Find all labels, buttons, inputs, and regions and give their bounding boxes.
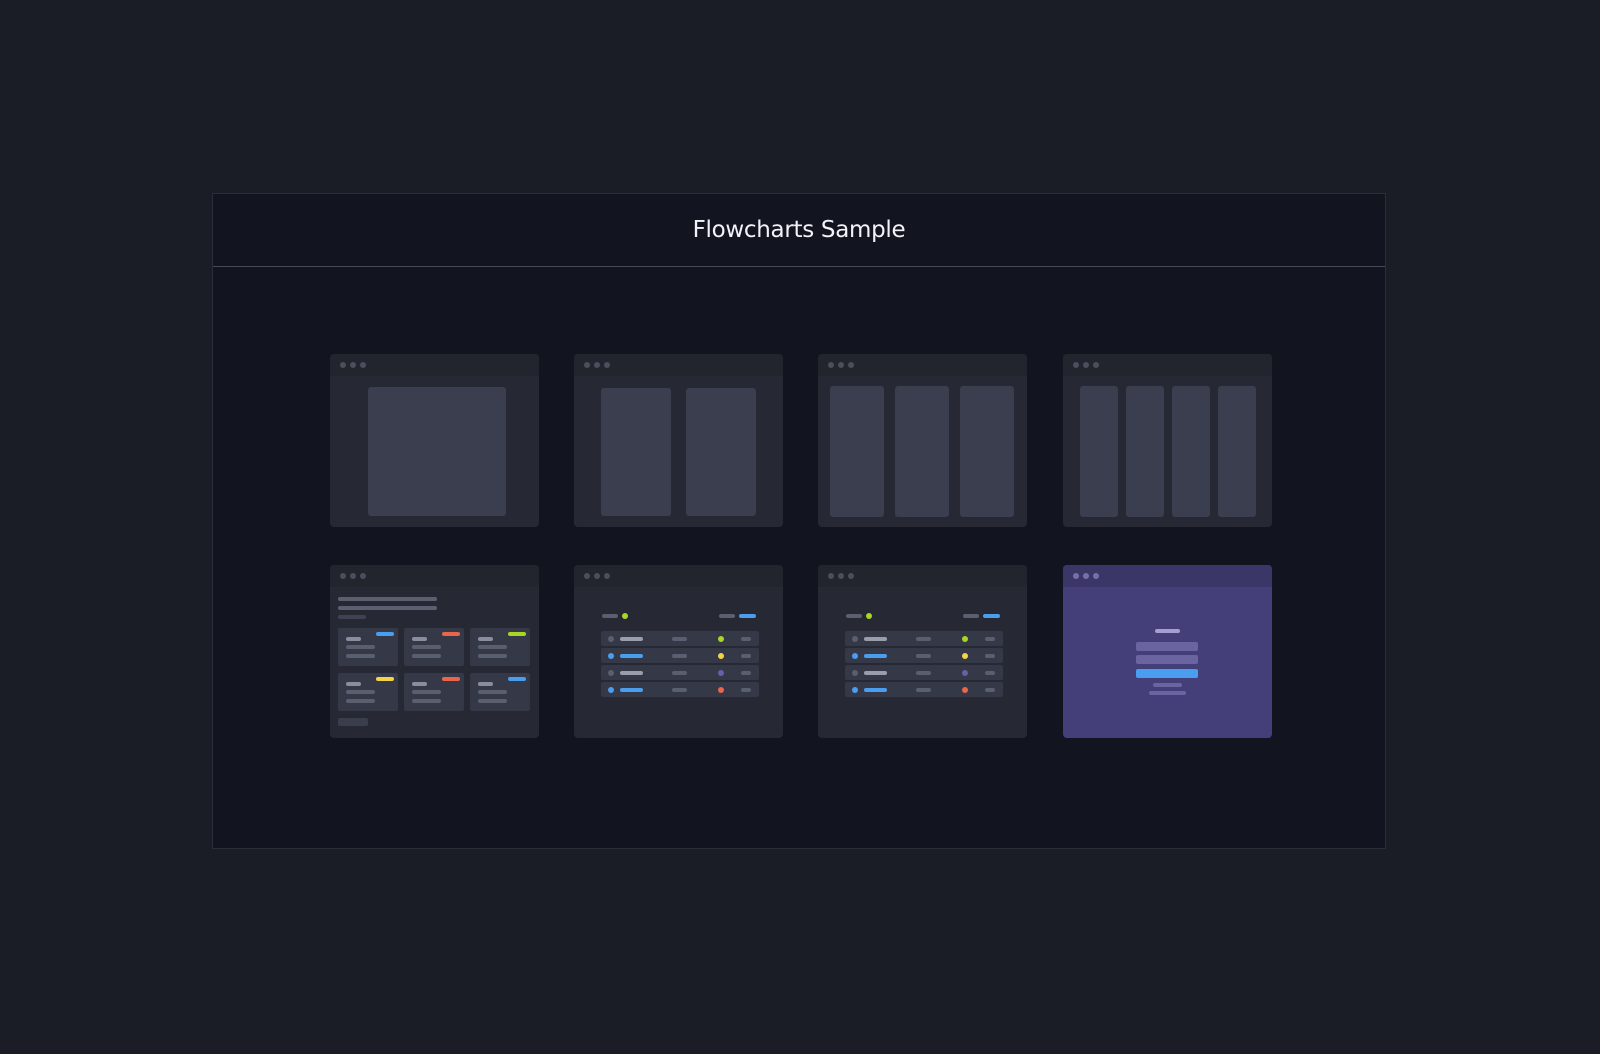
window-titlebar: [574, 354, 783, 376]
thumbnail-layout-table-list-alt[interactable]: [818, 565, 1027, 738]
window-dot-icon: [340, 573, 346, 579]
table-row: [601, 682, 759, 697]
form-link: [1149, 691, 1186, 695]
window-dot-icon: [350, 573, 356, 579]
toolbar-label: [963, 614, 979, 618]
toolbar-action: [983, 614, 1000, 618]
form-submit-button: [1136, 669, 1198, 678]
canvas-header: Flowcharts Sample: [213, 194, 1385, 267]
window-dot-icon: [340, 362, 346, 368]
card: [404, 673, 464, 711]
window-dot-icon: [838, 573, 844, 579]
window-dot-icon: [838, 362, 844, 368]
window-dot-icon: [828, 573, 834, 579]
window-dot-icon: [848, 573, 854, 579]
window-dot-icon: [350, 362, 356, 368]
content-block: [368, 387, 506, 516]
window-dot-icon: [594, 362, 600, 368]
window-titlebar: [330, 565, 539, 587]
window-dot-icon: [1073, 362, 1079, 368]
window-dot-icon: [604, 362, 610, 368]
page-title: Flowcharts Sample: [692, 217, 906, 243]
status-tag: [508, 677, 526, 681]
card: [404, 628, 464, 666]
window-titlebar: [1063, 354, 1272, 376]
content-column: [960, 386, 1014, 517]
status-dot-icon: [866, 613, 872, 619]
window-dot-icon: [848, 362, 854, 368]
card: [470, 628, 530, 666]
heading-line: [338, 597, 437, 601]
table-row: [845, 665, 1003, 680]
toolbar-label: [719, 614, 735, 618]
table-row: [601, 648, 759, 663]
window-dot-icon: [1073, 573, 1079, 579]
content-column: [686, 388, 756, 516]
window-dot-icon: [360, 362, 366, 368]
table-row: [601, 665, 759, 680]
content-column: [1172, 386, 1210, 517]
window-dot-icon: [584, 362, 590, 368]
window-dot-icon: [584, 573, 590, 579]
content-column: [1126, 386, 1164, 517]
table-row: [845, 682, 1003, 697]
toolbar-label: [846, 614, 862, 618]
status-tag: [442, 677, 460, 681]
toolbar-label: [602, 614, 618, 618]
status-tag: [442, 632, 460, 636]
thumbnail-layout-3-columns[interactable]: [818, 354, 1027, 527]
window-dot-icon: [1083, 573, 1089, 579]
window-titlebar: [574, 565, 783, 587]
thumbnail-layout-1-column[interactable]: [330, 354, 539, 527]
window-dot-icon: [1083, 362, 1089, 368]
window-dot-icon: [604, 573, 610, 579]
table-row: [601, 631, 759, 646]
window-dot-icon: [1093, 573, 1099, 579]
window-titlebar: [818, 354, 1027, 376]
table-row: [845, 631, 1003, 646]
flowchart-canvas: Flowcharts Sample: [212, 193, 1386, 849]
content-column: [895, 386, 949, 517]
card: [470, 673, 530, 711]
window-dot-icon: [594, 573, 600, 579]
status-tag: [508, 632, 526, 636]
status-tag: [376, 632, 394, 636]
window-titlebar: [818, 565, 1027, 587]
table-row: [845, 648, 1003, 663]
form-title: [1155, 629, 1180, 633]
form-link: [1153, 683, 1182, 687]
subtitle-line: [338, 615, 366, 619]
content-column: [830, 386, 884, 517]
content-column: [1080, 386, 1118, 517]
thumbnail-layout-card-grid[interactable]: [330, 565, 539, 738]
content-column: [1218, 386, 1256, 517]
form-input-field: [1136, 642, 1198, 651]
thumbnail-layout-table-list[interactable]: [574, 565, 783, 738]
pagination-button: [338, 718, 368, 726]
window-titlebar: [1063, 565, 1272, 587]
window-dot-icon: [1093, 362, 1099, 368]
status-dot-icon: [622, 613, 628, 619]
card: [338, 628, 398, 666]
window-dot-icon: [360, 573, 366, 579]
window-titlebar: [330, 354, 539, 376]
toolbar-action: [739, 614, 756, 618]
thumbnail-layout-4-columns[interactable]: [1063, 354, 1272, 527]
thumbnail-layout-2-columns[interactable]: [574, 354, 783, 527]
card: [338, 673, 398, 711]
content-column: [601, 388, 671, 516]
heading-line: [338, 606, 437, 610]
form-input-field: [1136, 655, 1198, 664]
status-tag: [376, 677, 394, 681]
window-dot-icon: [828, 362, 834, 368]
thumbnail-layout-login-form[interactable]: [1063, 565, 1272, 738]
